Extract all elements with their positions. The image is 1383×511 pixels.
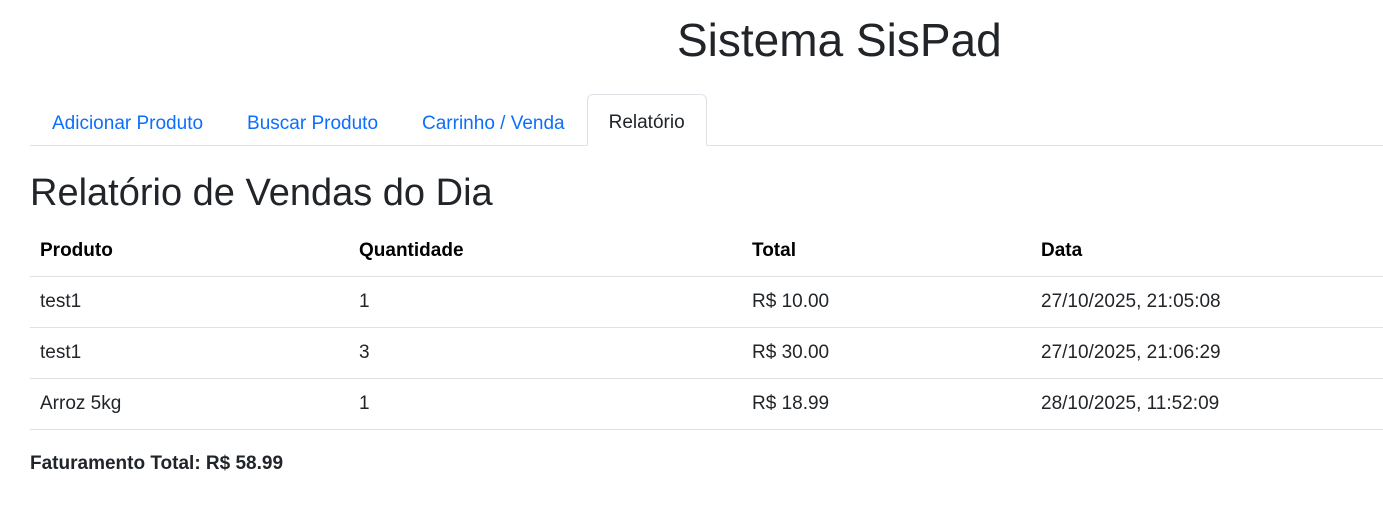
cell-data: 28/10/2025, 11:52:09 <box>1031 378 1383 430</box>
table-row: test1 1 R$ 10.00 27/10/2025, 21:05:08 <box>30 276 1383 328</box>
column-header-data: Data <box>1031 226 1383 277</box>
cell-total: R$ 10.00 <box>742 276 1031 328</box>
cell-data: 27/10/2025, 21:06:29 <box>1031 327 1383 379</box>
cell-quantidade: 1 <box>349 378 742 430</box>
sales-table: Produto Quantidade Total Data test1 1 R$… <box>30 226 1383 430</box>
cell-total: R$ 30.00 <box>742 327 1031 379</box>
cell-data: 27/10/2025, 21:05:08 <box>1031 276 1383 328</box>
cell-produto: Arroz 5kg <box>30 378 349 430</box>
tab-relatorio[interactable]: Relatório <box>586 94 707 146</box>
cell-quantidade: 3 <box>349 327 742 379</box>
cell-produto: test1 <box>30 276 349 328</box>
table-row: Arroz 5kg 1 R$ 18.99 28/10/2025, 11:52:0… <box>30 378 1383 430</box>
app-title: Sistema SisPad <box>677 14 1002 66</box>
tab-adicionar-produto[interactable]: Adicionar Produto <box>30 95 225 146</box>
tab-carrinho-venda[interactable]: Carrinho / Venda <box>400 95 587 146</box>
cell-total: R$ 18.99 <box>742 378 1031 430</box>
table-header-row: Produto Quantidade Total Data <box>30 226 1383 277</box>
nav-tabs: Adicionar Produto Buscar Produto Carrinh… <box>30 94 1383 146</box>
cell-quantidade: 1 <box>349 276 742 328</box>
report-title: Relatório de Vendas do Dia <box>30 172 493 214</box>
tab-buscar-produto[interactable]: Buscar Produto <box>225 95 400 146</box>
column-header-produto: Produto <box>30 226 349 277</box>
column-header-quantidade: Quantidade <box>349 226 742 277</box>
revenue-total: Faturamento Total: R$ 58.99 <box>30 453 284 474</box>
column-header-total: Total <box>742 226 1031 277</box>
cell-produto: test1 <box>30 327 349 379</box>
table-row: test1 3 R$ 30.00 27/10/2025, 21:06:29 <box>30 327 1383 379</box>
